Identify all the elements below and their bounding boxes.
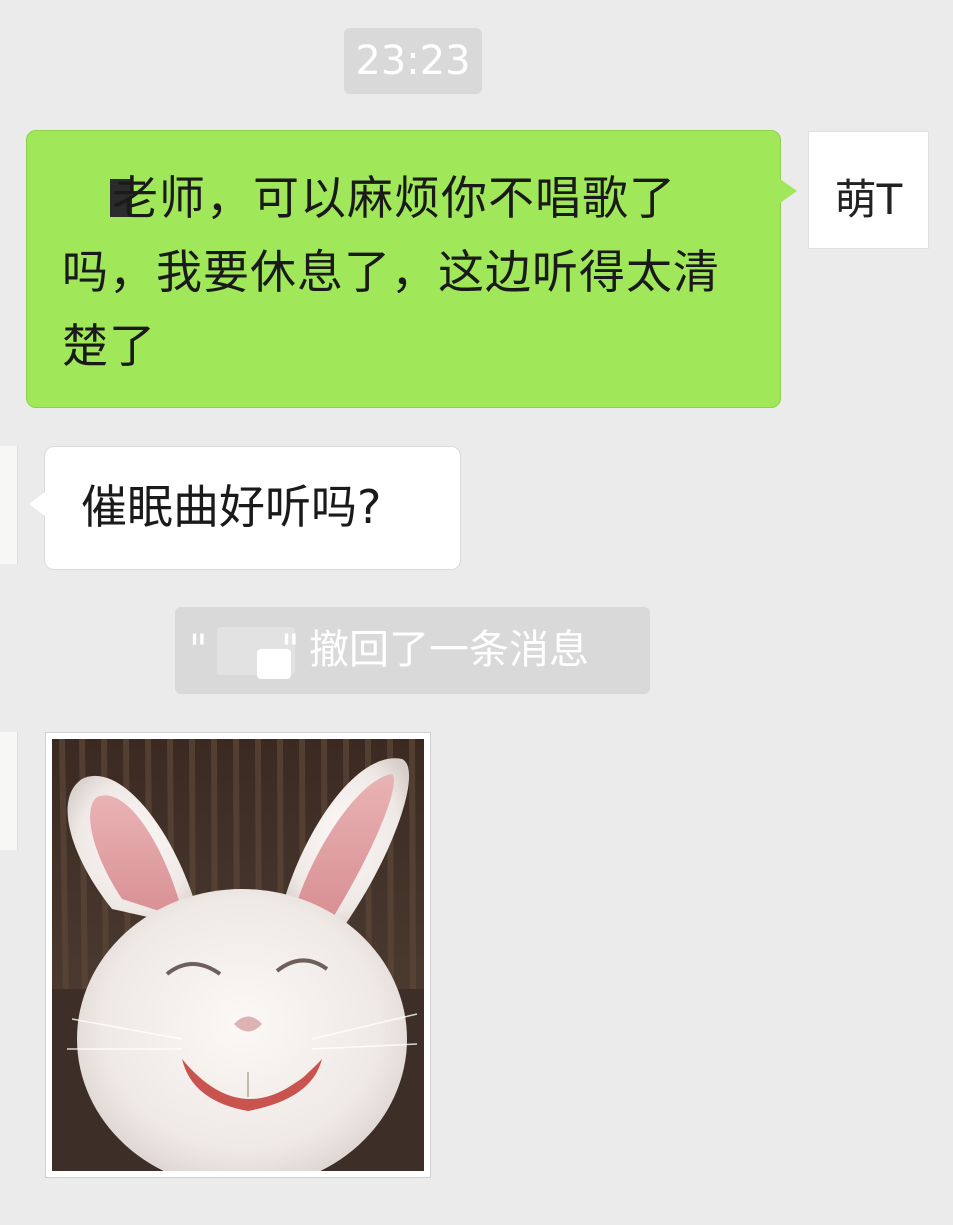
image-message[interactable]: [45, 732, 431, 1178]
outgoing-message-text: 老师，可以麻烦你不唱歌了吗，我要休息了，这边听得太清楚了: [62, 171, 720, 373]
recall-notice: " " 撤回了一条消息: [175, 607, 650, 694]
chat-screen: 23:23 老师，可以麻烦你不唱歌了吗，我要休息了，这边听得太清楚了 萌T 催眠…: [0, 0, 953, 1225]
incoming-message-bubble[interactable]: 催眠曲好听吗?: [29, 446, 461, 570]
message-timestamp: 23:23: [344, 28, 482, 94]
contact-avatar[interactable]: [0, 732, 18, 850]
self-avatar[interactable]: 萌T: [808, 131, 929, 249]
outgoing-message-bubble[interactable]: 老师，可以麻烦你不唱歌了吗，我要休息了，这边听得太清楚了: [26, 130, 797, 408]
recall-open-quote: ": [189, 627, 208, 673]
recall-notice-text: 撤回了一条消息: [309, 627, 589, 673]
contact-avatar[interactable]: [0, 446, 18, 564]
self-avatar-text: 萌T: [834, 175, 903, 224]
rabbit-image: [52, 739, 424, 1171]
incoming-message-text: 催眠曲好听吗?: [81, 480, 382, 534]
recall-close-quote: ": [281, 627, 300, 673]
